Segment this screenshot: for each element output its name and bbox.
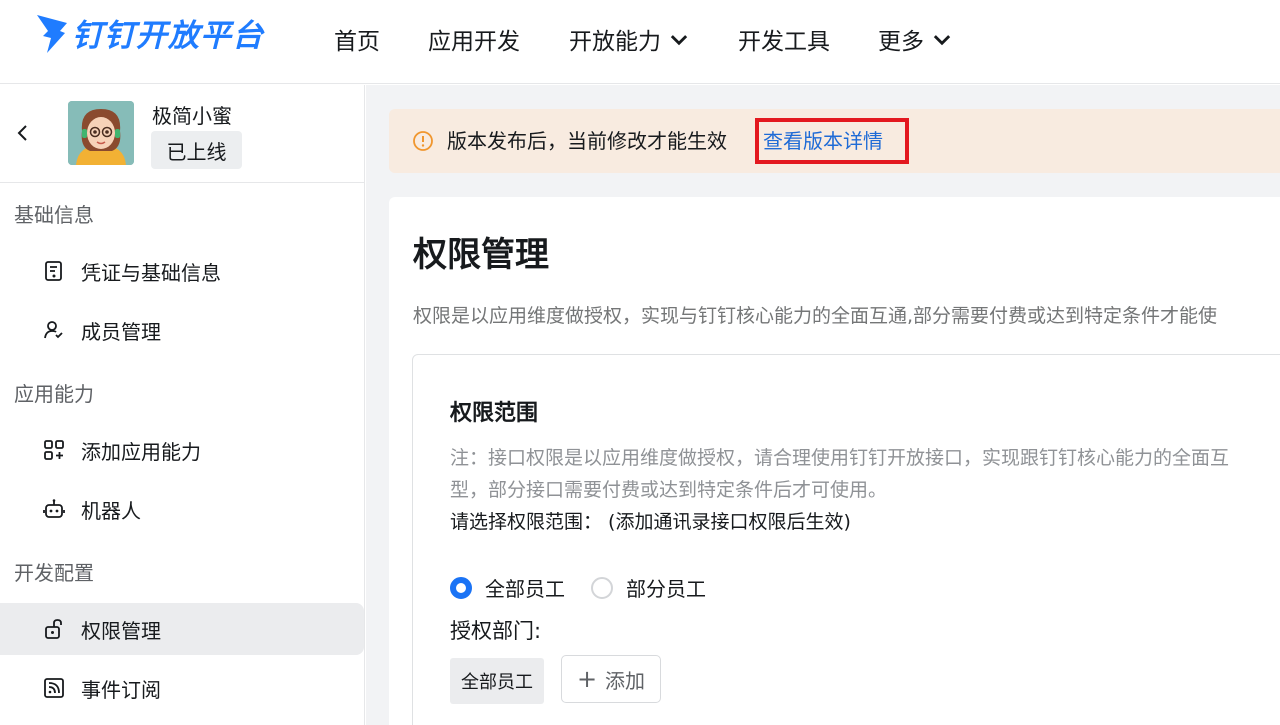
permission-card: 权限管理 权限是以应用维度做授权，实现与钉钉核心能力的全面互通,部分需要付费或达… xyxy=(389,197,1280,725)
unlock-icon xyxy=(45,619,62,639)
top-header: 钉钉开放平台 首页 应用开发 开放能力 开发工具 更多 xyxy=(0,0,1280,84)
rss-icon xyxy=(44,678,64,698)
radio-checked-icon xyxy=(450,576,472,599)
info-warning-icon xyxy=(413,131,433,151)
brand-logo[interactable]: 钉钉开放平台 xyxy=(34,10,264,55)
section-app-capabilities: 应用能力 xyxy=(14,382,94,406)
notice-text: 版本发布后，当前修改才能生效 xyxy=(447,129,727,153)
chevron-down-icon xyxy=(933,35,951,46)
radio-all-employees[interactable]: 全部员工 xyxy=(450,573,565,602)
section-basic-info: 基础信息 xyxy=(14,203,94,227)
dept-tag: 全部员工 xyxy=(450,658,544,704)
permission-scope-panel: 权限范围 注：接口权限是以应用维度做授权，请合理使用钉钉开放接口，实现跟钉钉核心… xyxy=(412,354,1280,725)
plus-icon: + xyxy=(576,665,598,693)
robot-icon xyxy=(43,499,65,518)
sidebar-divider xyxy=(0,182,364,183)
sidebar-item-members[interactable]: 成员管理 xyxy=(0,304,364,356)
nav-dev-tools[interactable]: 开发工具 xyxy=(738,22,830,56)
sidebar-item-credentials[interactable]: 凭证与基础信息 xyxy=(0,245,364,297)
credential-icon xyxy=(45,261,62,281)
brand-name: 钉钉开放平台 xyxy=(72,18,264,54)
nav-home[interactable]: 首页 xyxy=(334,22,380,56)
dept-label: 授权部门: xyxy=(450,619,542,643)
radio-some-employees[interactable]: 部分员工 xyxy=(591,573,706,602)
page-title: 权限管理 xyxy=(413,235,549,275)
scope-title: 权限范围 xyxy=(450,401,539,426)
view-version-details-link[interactable]: 查看版本详情 xyxy=(763,125,883,154)
page-description: 权限是以应用维度做授权，实现与钉钉核心能力的全面互通,部分需要付费或达到特定条件… xyxy=(413,305,1218,327)
sidebar-item-add-app-capability[interactable]: 添加应用能力 xyxy=(0,424,364,476)
sidebar: 极简小蜜 已上线 基础信息 凭证与基础信息 成员管理 应用能力 添加应用能力 机… xyxy=(0,85,365,725)
scope-note-line2: 型，部分接口需要付费或达到特定条件后才可使用。 xyxy=(450,479,888,501)
add-dept-button[interactable]: + 添加 xyxy=(561,655,661,703)
scope-question: 请选择权限范围： (添加通讯录接口权限后生效) xyxy=(450,511,851,533)
app-avatar xyxy=(68,101,134,165)
add-app-icon xyxy=(44,440,64,460)
sidebar-item-permissions[interactable]: 权限管理 xyxy=(0,603,364,655)
radio-unchecked-icon xyxy=(591,576,613,599)
version-notice: 版本发布后，当前修改才能生效 查看版本详情 xyxy=(389,109,1280,173)
nav-open-capabilities[interactable]: 开放能力 xyxy=(569,22,689,56)
dingtalk-logo-icon xyxy=(37,14,67,53)
sidebar-item-robot[interactable]: 机器人 xyxy=(0,483,364,535)
nav-app-dev[interactable]: 应用开发 xyxy=(428,22,520,56)
main-content: 版本发布后，当前修改才能生效 查看版本详情 权限管理 权限是以应用维度做授权，实… xyxy=(366,85,1280,725)
status-badge: 已上线 xyxy=(151,131,242,169)
section-dev-config: 开发配置 xyxy=(14,561,94,585)
sidebar-item-event-subscription[interactable]: 事件订阅 xyxy=(0,662,364,714)
back-arrow-icon[interactable] xyxy=(14,123,32,143)
chevron-down-icon xyxy=(670,35,688,46)
scope-note-line1: 注：接口权限是以应用维度做授权，请合理使用钉钉开放接口，实现跟钉钉核心能力的全面… xyxy=(450,447,1230,469)
member-icon xyxy=(44,321,63,339)
nav-more[interactable]: 更多 xyxy=(878,22,952,56)
app-name: 极简小蜜 xyxy=(152,104,232,128)
